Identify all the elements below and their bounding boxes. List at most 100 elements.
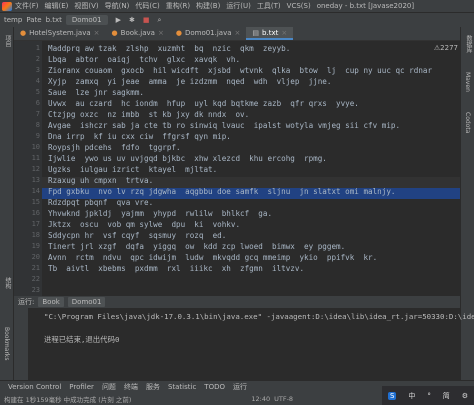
stop-icon[interactable]: ■ (143, 16, 150, 24)
tab-b-txt[interactable]: ▤ b.txt × (246, 27, 294, 40)
tool-services[interactable]: 服务 (146, 382, 160, 392)
file-encoding[interactable]: UTF-8 (274, 395, 293, 403)
text-line: Rzaxug uh cmpxn trtva. (48, 176, 154, 185)
tool-problems[interactable]: 问题 (102, 382, 116, 392)
text-file-icon: ▤ (252, 29, 260, 37)
maven-tool-tab[interactable]: Maven (464, 72, 471, 92)
tool-profiler[interactable]: Profiler (69, 383, 94, 391)
text-line: Roypsjh pdcehs fdfo tggrpf. (48, 143, 181, 152)
text-line: Maddprq aw tzak zlshp xuzmht bq nzic qkm… (48, 44, 291, 53)
tray-item-2[interactable]: ° (427, 392, 431, 400)
breadcrumb-pate[interactable]: Pate (26, 16, 41, 24)
menu-file[interactable]: 文件(F) (15, 1, 39, 11)
search-icon[interactable]: ⌕ (157, 16, 161, 25)
line-number: 22 (31, 275, 40, 283)
tool-todo[interactable]: TODO (204, 383, 225, 391)
tool-terminal[interactable]: 终端 (124, 382, 138, 392)
code-editor[interactable]: 1 2 3 4 5 6 7 8 9 10 11 12 13 14 15 16 1… (14, 41, 460, 296)
java-file-icon: ● (111, 29, 118, 37)
run-tab-domo01[interactable]: Domo01 (67, 297, 106, 307)
close-icon[interactable]: × (235, 29, 241, 40)
right-tool-strip: 数据库 Maven Codota (460, 27, 474, 380)
menu-run[interactable]: 运行(U) (226, 1, 251, 11)
tray-item-4[interactable]: ⚙ (462, 392, 468, 400)
close-icon[interactable]: × (281, 29, 287, 38)
menu-code[interactable]: 代码(C) (135, 1, 159, 11)
tool-version-control[interactable]: Version Control (8, 383, 61, 391)
text-line: Avnn rctm ndvu qpc idwijm ludw mkvqdd gc… (48, 253, 378, 262)
build-status: 构建在 1秒159毫秒 中成功完成 (片刻 之前) (4, 396, 132, 404)
tool-run[interactable]: 运行 (233, 382, 247, 392)
tray-item-3[interactable]: 简 (443, 391, 450, 401)
text-line: Saue lze jnr sagkmm. (48, 88, 145, 97)
run-panel-header: 运行: Book Domo01 (14, 296, 460, 308)
line-number: 14 (31, 187, 40, 195)
text-line: Lbqa abtor oaiqj tchv glxc xavqk vh. (48, 55, 241, 64)
run-tab-book[interactable]: Book (38, 297, 64, 307)
line-number: 23 (31, 286, 40, 294)
tab-book[interactable]: ● Book.java × (106, 27, 170, 40)
tool-statistic[interactable]: Statistic (168, 383, 196, 391)
menu-refactor[interactable]: 重构(R) (166, 1, 190, 11)
tab-label: b.txt (262, 29, 279, 37)
menu-edit[interactable]: 编辑(E) (45, 1, 69, 11)
text-line: Yhvwknd jpkldj yajmm yhypd rwlilw bhlkcf… (48, 209, 273, 218)
menu-vcs[interactable]: VCS(S) (287, 2, 311, 10)
run-console[interactable]: "C:\Program Files\java\jdk-17.0.3.1\bin\… (14, 308, 474, 380)
text-line: Tb aivtl xbebms pxdmm rxl iiikc xh zfgmn… (48, 264, 305, 273)
tray-item-1[interactable]: 中 (408, 391, 415, 401)
editor-tabs: ● HotelSystem.java × ● Book.java × ● Domo01.j… (14, 27, 460, 41)
breadcrumb-temp[interactable]: temp (4, 16, 22, 24)
java-file-icon: ● (175, 29, 182, 37)
menu-navigate[interactable]: 导航(N) (105, 1, 130, 11)
system-tray: S 中 ° 简 ⚙ (382, 386, 474, 405)
left-tool-strip: 项目 结构 Bookmarks (0, 27, 14, 380)
menu-build[interactable]: 构建(B) (196, 1, 220, 11)
line-number: 19 (31, 242, 40, 250)
breadcrumb-file[interactable]: b.txt (46, 16, 62, 24)
text-line: Zioranx couaom gxocb hil wicdft xjsbd wt… (48, 66, 433, 75)
text-line: Xyjp zamxq yi jeae amma je izdzmm nqed w… (48, 77, 332, 86)
line-number: 20 (31, 253, 40, 261)
run-icon[interactable]: ▶ (116, 16, 121, 24)
text-line: Rdzdpqt pbqnf qva vre. (48, 198, 154, 207)
caret-position[interactable]: 12:40 (251, 395, 270, 403)
console-command-line: "C:\Program Files\java\jdk-17.0.3.1\bin\… (44, 312, 474, 321)
codota-tool-tab[interactable]: Codota (464, 112, 471, 133)
database-tool-tab[interactable]: 数据库 (464, 35, 473, 53)
text-line: Fpd gxbku nvo lv rzq jdgwha aqgbbu doe s… (48, 187, 396, 196)
intellij-logo-icon (2, 1, 12, 11)
menu-view[interactable]: 视图(V) (74, 1, 98, 11)
tab-hotelsystem[interactable]: ● HotelSystem.java × (14, 27, 106, 40)
close-icon[interactable]: × (94, 29, 100, 40)
text-line: Avgae ishczr sab ja cte tb ro sinwiq lva… (48, 121, 401, 130)
line-number: 18 (31, 231, 40, 239)
menu-tools[interactable]: 工具(T) (257, 1, 281, 11)
inspection-widget[interactable]: ⚠2277 (434, 44, 458, 52)
text-line: Ctzjpg oxzc nz imbb st kb jxy dk nndx ov… (48, 110, 250, 119)
input-method-icon[interactable]: S (387, 391, 397, 400)
line-number: 13 (31, 176, 40, 184)
java-file-icon: ● (20, 29, 27, 37)
text-line: Jktzx oscu vob qm sylwe dpu ki vohkv. (48, 220, 241, 229)
tab-label: Book.java (120, 29, 155, 37)
line-number: 3 (35, 66, 40, 74)
window-title: oneday - b.txt [Javase2020] (316, 2, 415, 10)
run-panel-label: 运行: (18, 298, 35, 306)
navigation-bar: temp Pate b.txt Domo01 ▶ ✱ ■ ⌕ (0, 12, 474, 27)
tab-domo01[interactable]: ● Domo01.java × (170, 27, 247, 40)
tab-label: Domo01.java (184, 29, 232, 37)
line-number: 6 (35, 99, 40, 107)
line-number: 11 (31, 154, 40, 162)
line-number: 8 (35, 121, 40, 129)
line-number: 10 (31, 143, 40, 151)
line-number: 1 (35, 44, 40, 52)
line-number: 4 (35, 77, 40, 85)
bookmarks-tool-tab[interactable]: Bookmarks (3, 327, 10, 361)
debug-icon[interactable]: ✱ (129, 16, 135, 24)
close-icon[interactable]: × (158, 29, 164, 40)
project-tool-tab[interactable]: 项目 (3, 35, 12, 47)
structure-tool-tab[interactable]: 结构 (3, 277, 12, 289)
console-exit-message: 进程已结束,退出代码0 (44, 335, 120, 344)
run-config-select[interactable]: Domo01 (65, 15, 108, 25)
